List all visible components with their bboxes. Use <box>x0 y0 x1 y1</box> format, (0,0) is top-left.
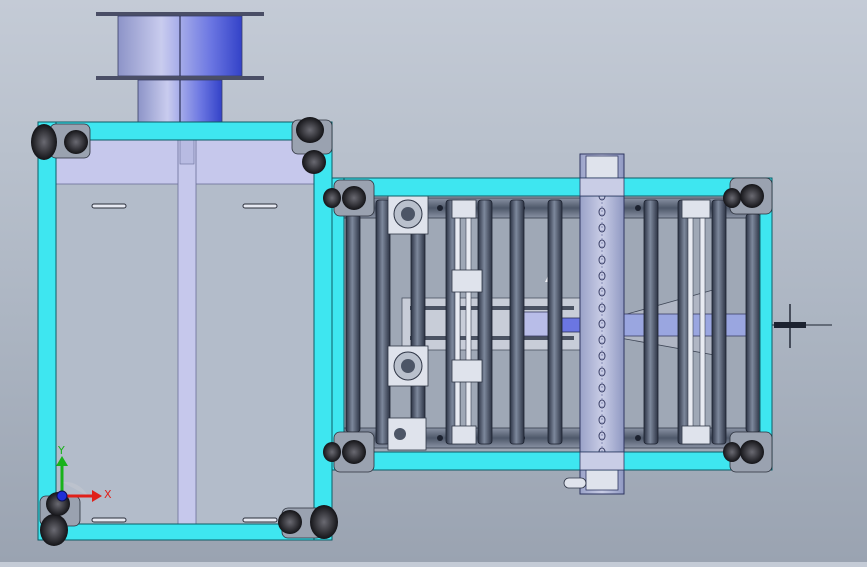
left-frame[interactable] <box>37 121 333 541</box>
cad-viewport[interactable]: Y X <box>0 0 867 562</box>
triad-origin <box>56 490 68 502</box>
spool-flange-top <box>96 12 264 16</box>
center-divider <box>177 139 197 525</box>
triad-x-label: X <box>104 488 112 501</box>
spool-assembly[interactable] <box>96 12 264 123</box>
caster-wheel <box>31 123 91 160</box>
caster-wheel <box>723 177 773 215</box>
caster-wheel <box>278 505 338 539</box>
caster-wheel <box>723 431 773 473</box>
cad-model-drawing: Y X <box>31 12 832 546</box>
triad-y-label: Y <box>57 444 65 457</box>
spool-flange-bottom <box>96 76 264 80</box>
